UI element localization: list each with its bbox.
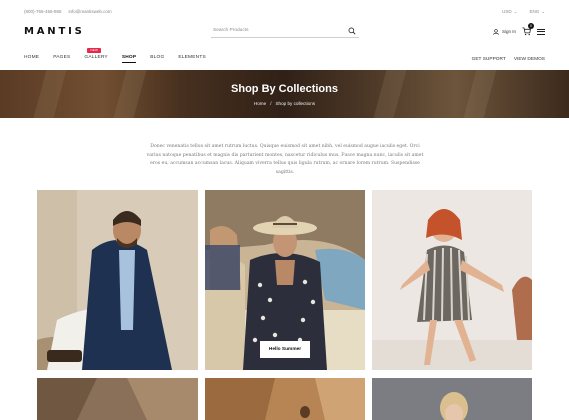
search-field[interactable]: Search Products: [211, 25, 359, 38]
signin-label: Sign In: [501, 29, 516, 34]
phone-link[interactable]: (800)-765-456-865: [24, 9, 62, 14]
page-banner: Shop By Collections Home / Shop by collect…: [0, 70, 569, 118]
nav-item-gallery[interactable]: NEW GALLERY: [84, 48, 108, 60]
nav-item-blog[interactable]: BLOG: [150, 55, 164, 60]
chevron-down-icon: ⌄: [541, 9, 545, 14]
collection-image-man-in-blue-jacket: [37, 190, 198, 370]
breadcrumb-separator: /: [270, 101, 272, 106]
collection-card[interactable]: [37, 190, 198, 370]
user-icon: [493, 28, 499, 35]
nav-item-shop[interactable]: SHOP: [121, 55, 137, 63]
collection-image-woman-in-striped-dress: [372, 190, 532, 370]
collection-image-5: [205, 378, 365, 420]
nav-item-gallery-label: GALLERY: [84, 55, 108, 60]
hamburger-menu-icon[interactable]: [537, 28, 545, 35]
cart-button[interactable]: 0: [522, 23, 534, 36]
top-utility-bar: (800)-765-456-865 info@mantisweb.com USD…: [0, 0, 569, 22]
collection-card[interactable]: Hello Summer: [205, 190, 365, 370]
nav-item-elements[interactable]: ELEMENTS: [178, 55, 205, 60]
cart-count-badge: 0: [528, 23, 534, 29]
language-select[interactable]: ENG ⌄: [529, 9, 545, 15]
collection-card[interactable]: [37, 378, 198, 420]
intro-paragraph: Donec venenatis tellus sit amet rutrum l…: [146, 144, 424, 175]
nav-right-links: GET SUPPORT VIEW DEMOS: [472, 57, 545, 62]
nav-item-pages[interactable]: PAGES: [53, 55, 70, 60]
new-badge: NEW: [87, 48, 101, 53]
search-input[interactable]: Search Products: [213, 28, 248, 33]
collection-label-button[interactable]: Hello Summer: [260, 341, 310, 358]
collection-image-4: [37, 378, 198, 420]
site-logo[interactable]: MANTIS: [24, 26, 85, 37]
collection-card[interactable]: [205, 378, 365, 420]
nav-item-home[interactable]: HOME: [24, 55, 39, 60]
breadcrumb-current: Shop by collections: [275, 101, 316, 106]
signin-link[interactable]: Sign In: [493, 28, 516, 35]
currency-select[interactable]: USD ⌄: [502, 9, 517, 15]
collection-card[interactable]: [372, 378, 532, 420]
main-nav: HOME PAGES NEW GALLERY SHOP BLOG ELEMENT…: [24, 48, 206, 63]
email-link[interactable]: info@mantisweb.com: [69, 9, 112, 14]
chevron-down-icon: ⌄: [513, 9, 518, 14]
page-title: Shop By Collections: [231, 83, 338, 95]
breadcrumb: Home / Shop by collections: [0, 101, 569, 106]
collection-card[interactable]: [372, 190, 532, 370]
view-demos-link[interactable]: VIEW DEMOS: [514, 57, 545, 62]
collection-image-6: [372, 378, 532, 420]
header-actions: Sign In 0: [493, 23, 545, 36]
search-icon[interactable]: [348, 27, 356, 35]
breadcrumb-home[interactable]: Home: [254, 101, 266, 106]
get-support-link[interactable]: GET SUPPORT: [472, 57, 506, 62]
